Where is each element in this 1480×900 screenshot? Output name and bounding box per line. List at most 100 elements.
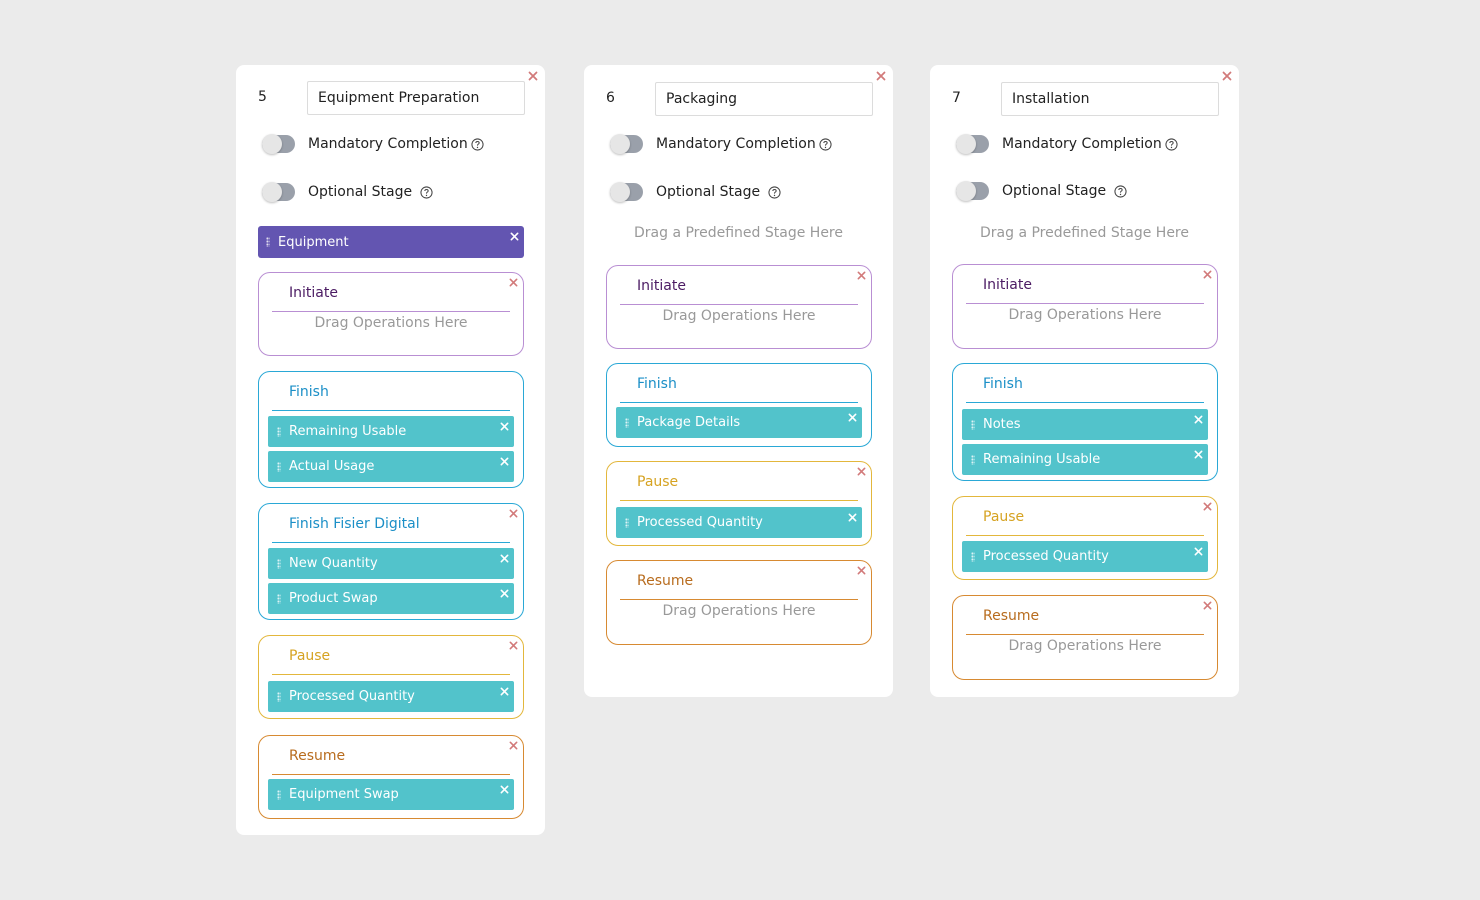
operation-group-title: Finish Fisier Digital — [289, 516, 420, 532]
mandatory-completion-toggle[interactable] — [610, 134, 643, 154]
stage-card: 6 Mandatory Completion Optional Stage Dr… — [584, 65, 893, 697]
operation-group-title: Initiate — [637, 278, 686, 294]
close-icon[interactable] — [1194, 415, 1203, 424]
operation-group-title: Resume — [289, 748, 346, 764]
operation-item[interactable]: Remaining Usable — [962, 444, 1208, 475]
close-icon[interactable] — [876, 71, 886, 81]
toggle-knob — [956, 134, 976, 154]
toggle-knob — [610, 182, 630, 202]
close-icon[interactable] — [509, 641, 518, 650]
drop-operations-hint: Drag Operations Here — [1008, 638, 1162, 654]
close-icon[interactable] — [1222, 71, 1232, 81]
operation-item[interactable]: Package Details — [616, 407, 862, 438]
operation-item-label: Processed Quantity — [983, 549, 1109, 564]
drop-operations-hint: Drag Operations Here — [314, 315, 468, 331]
drag-handle-icon[interactable] — [625, 517, 629, 528]
drag-handle-icon[interactable] — [625, 417, 629, 428]
close-icon[interactable] — [509, 509, 518, 518]
close-icon[interactable] — [1194, 547, 1203, 556]
close-icon[interactable] — [848, 413, 857, 422]
operation-item[interactable]: Notes — [962, 409, 1208, 440]
operation-group-title: Initiate — [289, 285, 338, 301]
close-icon[interactable] — [857, 271, 866, 280]
operation-item-label: Processed Quantity — [289, 689, 415, 704]
close-icon[interactable] — [1203, 502, 1212, 511]
operation-item-label: New Quantity — [289, 556, 378, 571]
help-icon[interactable] — [1114, 185, 1127, 198]
operation-item[interactable]: Remaining Usable — [268, 416, 514, 447]
drag-handle-icon[interactable] — [971, 419, 975, 430]
help-icon[interactable] — [420, 186, 433, 199]
toggle-knob — [262, 182, 282, 202]
close-icon[interactable] — [857, 467, 866, 476]
stage-number: 5 — [258, 89, 267, 105]
help-icon[interactable] — [471, 138, 484, 151]
help-icon[interactable] — [1165, 138, 1178, 151]
operation-group-title: Pause — [289, 648, 331, 664]
drag-handle-icon[interactable] — [277, 593, 281, 604]
divider — [620, 304, 858, 305]
operation-item[interactable]: New Quantity — [268, 548, 514, 579]
operation-item[interactable]: Equipment Swap — [268, 779, 514, 810]
operation-group-initiate: Initiate Drag Operations Here — [606, 265, 872, 349]
mandatory-completion-row: Mandatory Completion — [262, 134, 484, 154]
operation-item-label: Package Details — [637, 415, 741, 430]
operation-group-title: Resume — [637, 573, 694, 589]
predefined-stage-label: Equipment — [278, 234, 349, 250]
optional-stage-toggle[interactable] — [262, 182, 295, 202]
operation-group-title: Finish — [983, 376, 1023, 392]
close-icon[interactable] — [509, 741, 518, 750]
close-icon[interactable] — [1203, 601, 1212, 610]
close-icon[interactable] — [528, 71, 538, 81]
close-icon[interactable] — [509, 278, 518, 287]
close-icon[interactable] — [500, 554, 509, 563]
stage-header: 5 — [236, 81, 545, 115]
optional-stage-toggle[interactable] — [610, 182, 643, 202]
drop-operations-hint: Drag Operations Here — [662, 308, 816, 324]
operation-item[interactable]: Processed Quantity — [616, 507, 862, 538]
optional-stage-row: Optional Stage — [262, 182, 433, 202]
optional-stage-toggle[interactable] — [956, 181, 989, 201]
operation-item[interactable]: Processed Quantity — [962, 541, 1208, 572]
close-icon[interactable] — [1203, 270, 1212, 279]
close-icon[interactable] — [500, 785, 509, 794]
drag-handle-icon[interactable] — [277, 558, 281, 569]
drag-handle-icon[interactable] — [277, 461, 281, 472]
divider — [966, 535, 1204, 536]
optional-stage-row: Optional Stage — [610, 182, 781, 202]
drag-handle-icon[interactable] — [971, 551, 975, 562]
operation-item[interactable]: Actual Usage — [268, 451, 514, 482]
stage-number: 7 — [952, 90, 961, 106]
operation-group-finish: Finish Package Details — [606, 363, 872, 447]
stage-name-input[interactable] — [307, 81, 525, 115]
close-icon[interactable] — [857, 566, 866, 575]
operation-item[interactable]: Product Swap — [268, 583, 514, 614]
close-icon[interactable] — [848, 513, 857, 522]
help-icon[interactable] — [768, 186, 781, 199]
close-icon[interactable] — [500, 457, 509, 466]
drag-handle-icon[interactable] — [971, 454, 975, 465]
predefined-stage-pill[interactable]: Equipment — [258, 226, 524, 258]
operation-group-pause: Pause Processed Quantity — [952, 496, 1218, 580]
close-icon[interactable] — [510, 232, 519, 241]
close-icon[interactable] — [500, 422, 509, 431]
help-icon[interactable] — [819, 138, 832, 151]
close-icon[interactable] — [1194, 450, 1203, 459]
drag-handle-icon[interactable] — [266, 237, 270, 247]
close-icon[interactable] — [500, 589, 509, 598]
stage-name-input[interactable] — [1001, 82, 1219, 116]
close-icon[interactable] — [500, 687, 509, 696]
operation-item-label: Notes — [983, 417, 1021, 432]
operation-group-resume: Resume Drag Operations Here — [606, 560, 872, 645]
stage-name-input[interactable] — [655, 82, 873, 116]
mandatory-completion-label: Mandatory Completion — [656, 136, 816, 152]
operation-item[interactable]: Processed Quantity — [268, 681, 514, 712]
drag-handle-icon[interactable] — [277, 691, 281, 702]
drag-handle-icon[interactable] — [277, 426, 281, 437]
divider — [272, 311, 510, 312]
stage-number: 6 — [606, 90, 615, 106]
mandatory-completion-toggle[interactable] — [262, 134, 295, 154]
operation-group-title: Resume — [983, 608, 1040, 624]
drag-handle-icon[interactable] — [277, 789, 281, 800]
mandatory-completion-toggle[interactable] — [956, 134, 989, 154]
